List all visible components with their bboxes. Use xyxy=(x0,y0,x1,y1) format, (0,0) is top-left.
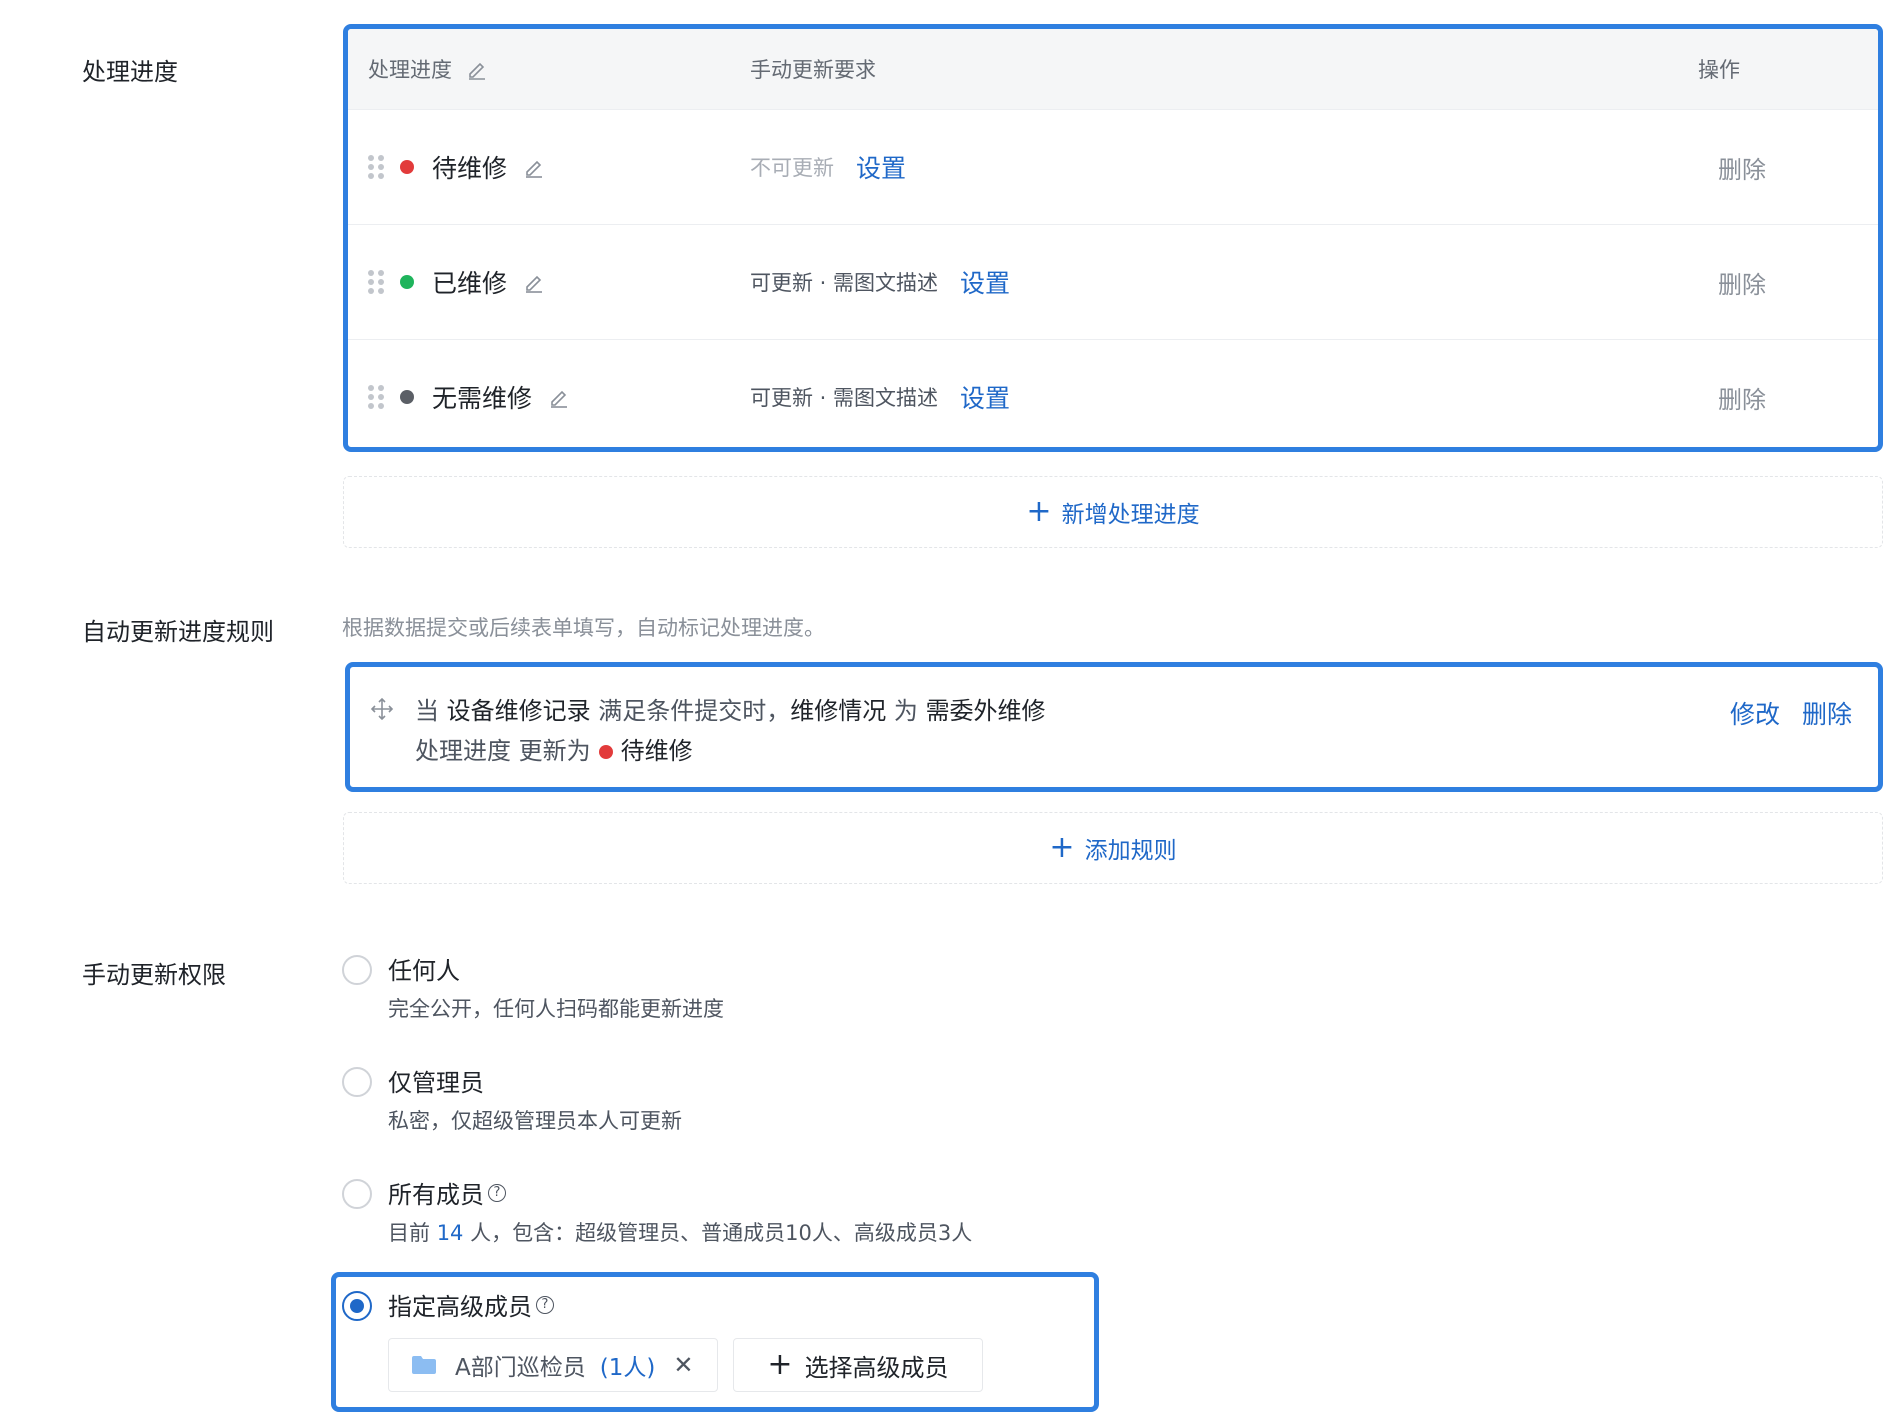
member-group-count: (1人) xyxy=(599,1355,656,1381)
rule-target-status: 待维修 xyxy=(620,737,693,765)
edit-header-pen-icon[interactable] xyxy=(466,58,488,80)
plus-icon: + xyxy=(1026,494,1052,529)
rule-form-name: 设备维修记录 xyxy=(446,697,591,725)
add-rule-label: 添加规则 xyxy=(1084,838,1177,864)
drag-handle-icon[interactable] xyxy=(368,385,384,409)
radio-button[interactable] xyxy=(342,1067,372,1097)
requirement-text: 可更新 · 需图文描述 xyxy=(750,271,939,295)
edit-pen-icon[interactable] xyxy=(523,156,545,178)
requirement-text: 不可更新 xyxy=(750,156,834,180)
table-row: 已维修 可更新 · 需图文描述 设置 删除 xyxy=(348,224,1878,339)
status-name: 已维修 xyxy=(432,269,508,298)
table-row: 无需维修 可更新 · 需图文描述 设置 删除 xyxy=(348,339,1878,447)
help-icon[interactable]: ? xyxy=(488,1183,506,1202)
plus-icon: + xyxy=(767,1347,793,1382)
header-requirement: 手动更新要求 xyxy=(750,58,876,82)
rule-condition-line: 当 设备维修记录 满足条件提交时，维修情况 为 需委外维修 xyxy=(415,697,1046,725)
close-icon[interactable]: ✕ xyxy=(673,1351,693,1379)
rule-value: 需委外维修 xyxy=(925,697,1046,725)
member-group-name: A部门巡检员 xyxy=(455,1355,586,1381)
plus-icon: + xyxy=(1049,830,1075,865)
rule-action-line: 处理进度 更新为 待维修 xyxy=(415,737,693,765)
help-icon[interactable]: ? xyxy=(536,1295,554,1314)
rule-card: 当 设备维修记录 满足条件提交时，维修情况 为 需委外维修 处理进度 更新为 待维… xyxy=(345,662,1883,792)
member-count: 14 xyxy=(436,1221,464,1245)
radio-button[interactable] xyxy=(342,955,372,985)
delete-rule-button[interactable]: 删除 xyxy=(1802,695,1852,731)
auto-rule-section-label: 自动更新进度规则 xyxy=(82,618,274,646)
drag-handle-icon[interactable] xyxy=(368,270,384,294)
radio-button[interactable] xyxy=(342,1179,372,1209)
set-requirement-link[interactable]: 设置 xyxy=(856,149,906,185)
requirement-text: 可更新 · 需图文描述 xyxy=(750,386,939,410)
edit-rule-button[interactable]: 修改 xyxy=(1730,695,1780,731)
progress-table: 处理进度 手动更新要求 操作 待维修 不可更新 设置 删除 已维修 可更新 · … xyxy=(343,24,1883,452)
folder-icon xyxy=(412,1356,436,1374)
header-action: 操作 xyxy=(1698,58,1740,82)
status-dot-gray xyxy=(400,390,414,404)
delete-row-button[interactable]: 删除 xyxy=(1718,150,1766,185)
add-progress-label: 新增处理进度 xyxy=(1061,502,1200,528)
selected-member-tag: A部门巡检员 (1人) ✕ xyxy=(388,1338,718,1392)
drag-handle-icon[interactable] xyxy=(368,155,384,179)
status-dot-red xyxy=(400,160,414,174)
edit-pen-icon[interactable] xyxy=(523,271,545,293)
permission-section-label: 手动更新权限 xyxy=(82,961,226,989)
add-rule-button[interactable]: + 添加规则 xyxy=(343,812,1883,884)
delete-row-button[interactable]: 删除 xyxy=(1718,265,1766,300)
set-requirement-link[interactable]: 设置 xyxy=(960,379,1010,415)
status-name: 无需维修 xyxy=(432,384,533,413)
choose-members-button[interactable]: + 选择高级成员 xyxy=(733,1338,983,1392)
auto-rule-hint: 根据数据提交或后续表单填写，自动标记处理进度。 xyxy=(342,616,825,640)
table-row: 待维修 不可更新 设置 删除 xyxy=(348,109,1878,224)
edit-pen-icon[interactable] xyxy=(548,386,570,408)
radio-button-checked[interactable] xyxy=(342,1291,372,1321)
status-dot-red xyxy=(598,745,613,759)
header-status: 处理进度 xyxy=(368,58,452,82)
status-dot-green xyxy=(400,275,414,289)
move-icon[interactable] xyxy=(370,697,394,721)
progress-table-header: 处理进度 手动更新要求 操作 xyxy=(348,29,1878,109)
status-name: 待维修 xyxy=(432,154,508,183)
progress-section-label: 处理进度 xyxy=(82,58,178,86)
add-progress-button[interactable]: + 新增处理进度 xyxy=(343,476,1883,548)
rule-field: 维修情况 xyxy=(790,697,887,725)
set-requirement-link[interactable]: 设置 xyxy=(960,264,1010,300)
delete-row-button[interactable]: 删除 xyxy=(1718,380,1766,415)
